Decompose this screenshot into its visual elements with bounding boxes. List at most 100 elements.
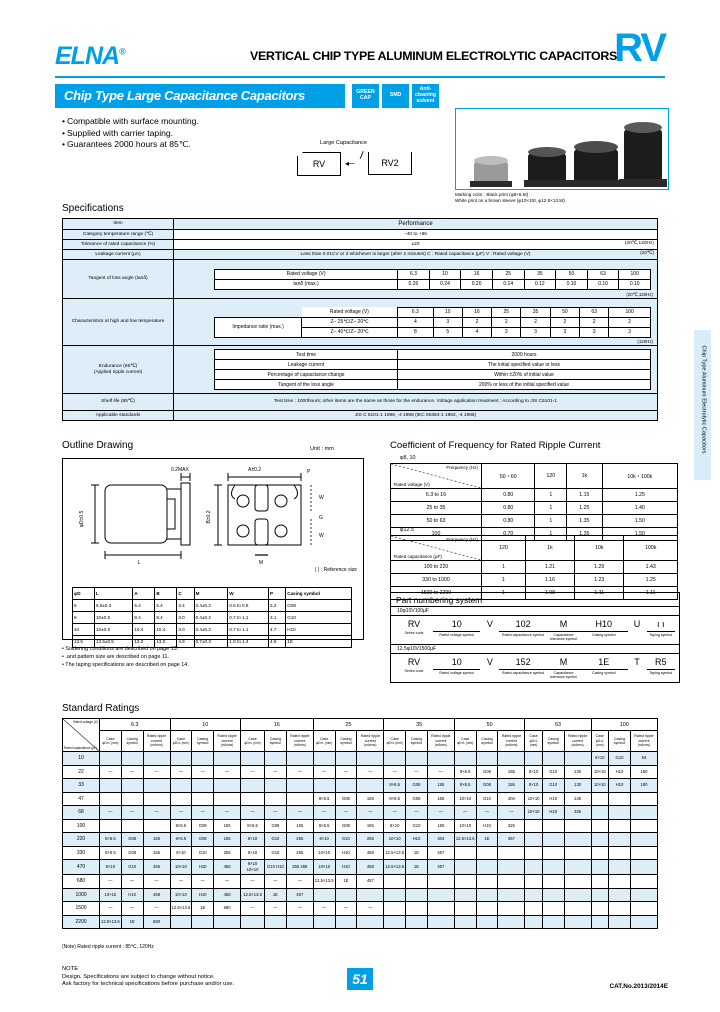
ratings-cell: [563, 832, 592, 847]
ratings-cell: 255: [285, 845, 314, 860]
ratings-cell: 255: [142, 859, 171, 875]
ratings-cell: [629, 791, 659, 806]
table-row: 47 8×6.5 G08 155 8×6.5 G08 155 10×10 G10 404 10×1…: [62, 791, 659, 806]
dim-cell: 8.4: [132, 611, 156, 624]
coef2-value: 1.16: [524, 573, 576, 587]
ratings-cell: G08: [334, 818, 358, 833]
ratings-cell: G10: [541, 778, 565, 793]
dim-cell: 6.5±0.3: [93, 599, 134, 612]
ratings-cell: 1E: [120, 914, 144, 929]
ratings-cell: G08: [120, 845, 144, 860]
ratings-cell: —: [383, 764, 407, 779]
ratings-cell: —: [120, 901, 144, 916]
coef1-value: 1.15: [566, 488, 603, 502]
endurance-value: 2000 hours: [397, 349, 651, 360]
ratings-cell: [169, 778, 193, 793]
ratings-cell: 94: [629, 751, 659, 766]
ratings-cell: [475, 859, 499, 875]
pn1-casing: H10 Casing symbol: [580, 619, 628, 637]
table-row: Tangent of the loss angle 200% or less o…: [213, 379, 651, 390]
spec-item-tand: Tangent of loss angle (tanδ): [62, 259, 174, 299]
ratings-cell: —: [383, 805, 407, 820]
table-row: Shelf life (85℃) Test time : 1000hours; …: [62, 393, 658, 411]
ratings-subheader: Case φD×L (mm): [169, 730, 193, 752]
ratings-capacitance: 470: [62, 859, 100, 875]
ratings-cell: [312, 914, 336, 929]
feature-item: Supplied with carrier taping.: [62, 128, 199, 140]
ratings-cell: [142, 778, 171, 793]
ratings-cell: 10×10: [312, 845, 336, 860]
ratings-cell: [312, 778, 336, 793]
endurance-subtable: Test time 2000 hours Leakage current The…: [213, 349, 651, 390]
ratings-cell: [590, 914, 610, 929]
ratings-cell: 8×10: [240, 832, 265, 847]
ratings-capacitance: 100: [62, 818, 100, 833]
ratings-cell: [453, 845, 477, 860]
ratings-cell: 457: [426, 845, 455, 860]
ratings-subheader: Casing symbol: [405, 730, 428, 752]
ratings-cell: 130: [563, 764, 592, 779]
table-row: Rated voltage (V) 6.3 10 16 25 35 50 63 …: [213, 268, 651, 280]
impedance-subtable: Rated voltage (V) 6.3 10 16 25 35 50 63 …: [213, 306, 651, 338]
ratings-cell: [475, 887, 499, 902]
ratings-cell: 458: [213, 887, 242, 902]
ratings-voltage-header: 6.3: [99, 718, 171, 731]
ratings-cell: —: [169, 874, 193, 889]
table-row: 50 to 63 0.80 1 1.35 1.50: [390, 514, 679, 528]
ratings-cell: —: [356, 764, 385, 779]
ratings-capacitance: 1000: [62, 887, 100, 902]
ratings-cell: 155: [497, 764, 526, 779]
ratings-cell: 255: [285, 832, 314, 847]
ratings-cell: [608, 914, 631, 929]
pn2-voltage: 10 Rated voltage symbol: [432, 657, 481, 675]
ratings-subheader: Rated ripple current (mArms): [285, 730, 314, 752]
ratings-cell: [426, 874, 455, 889]
ratings-cell: [334, 778, 358, 793]
tand-value: 0.26: [397, 278, 430, 290]
ratings-cell: 1E: [264, 887, 287, 902]
ratings-cell: G10: [191, 845, 215, 860]
dim-header: Casing symbol: [285, 587, 352, 600]
ratings-cell: [590, 845, 610, 860]
ratings-cell: [240, 778, 265, 793]
ratings-cell: 8×6.5: [240, 818, 265, 833]
table-row: Rated voltage (V) Rated capacitance (μF) 6…: [62, 718, 659, 752]
ratings-cell: G08: [191, 832, 215, 847]
ratings-cell: 12.5×13.5: [169, 901, 193, 916]
part-numbering-caption-2: 12.5φ10V1500μF: [391, 645, 679, 654]
ratings-subheader: Casing symbol: [541, 730, 565, 752]
dim-header: A: [132, 587, 156, 600]
ratings-cell: 155: [426, 778, 455, 793]
ratings-cell: [356, 887, 385, 902]
ratings-cell: H10: [475, 818, 499, 833]
spec-value-lowtemp: Rated voltage (V) 6.3 10 16 25 35 50 63 …: [173, 298, 658, 346]
table-row: 10 8×10 G10 94: [62, 751, 659, 766]
ratings-cell: 8×6.5: [453, 778, 477, 793]
ratings-cell: [453, 901, 477, 916]
imp-z1-value: 2: [520, 316, 551, 328]
ratings-voltage-header: 63: [524, 718, 592, 731]
ratings-cell: [383, 914, 407, 929]
ratings-subheader: Rated ripple current (mArms): [426, 730, 455, 752]
svg-text:0.2MAX: 0.2MAX: [171, 467, 189, 473]
pn1-capacitance: 102 Rated capacitance symbol: [499, 619, 547, 637]
spec-col-item: Item: [62, 218, 174, 230]
ratings-cell: 12.5×13.5: [312, 874, 336, 889]
coef2-value: 1: [481, 573, 526, 587]
ratings-voltage-header: 16: [240, 718, 314, 731]
table-row: 1000 10×10 H10 458 10×10 H10 458 12.5×13.5 1E 457: [62, 887, 659, 902]
coef2-value: 1: [481, 560, 526, 574]
ratings-cell: —: [356, 805, 385, 820]
ratings-cell: [453, 874, 477, 889]
ratings-cell: 458: [213, 859, 242, 875]
tand-note: (20℃,120Hz): [626, 292, 653, 297]
ratings-cell: [608, 874, 631, 889]
coef1-corner: Frequency (Hz) Rated voltage (V): [390, 463, 482, 489]
ratings-capacitance: 47: [62, 791, 100, 806]
ratings-cell: —: [240, 805, 265, 820]
ratings-cell: [629, 832, 659, 847]
ratings-cell: [142, 818, 171, 833]
imp-z2-value: 3: [491, 326, 522, 338]
ratings-cell: [475, 914, 499, 929]
tand-voltage: 10: [428, 268, 462, 280]
